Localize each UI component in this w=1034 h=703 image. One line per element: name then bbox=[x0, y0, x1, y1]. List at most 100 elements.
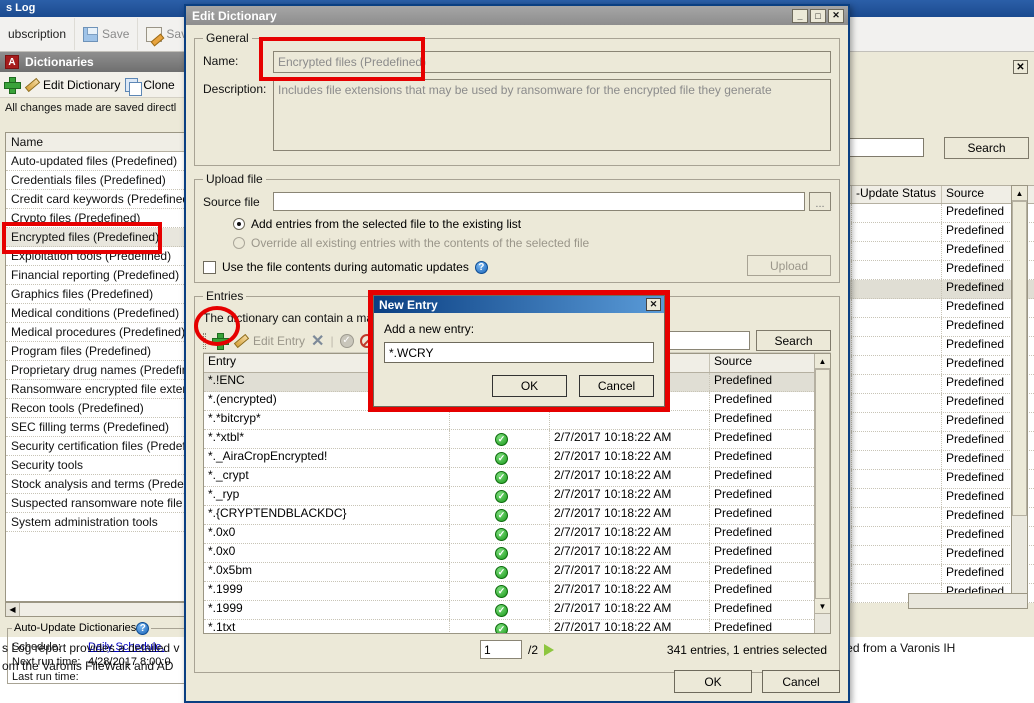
entries-table-row[interactable]: *.*xtbl*✓2/7/2017 10:18:22 AMPredefined bbox=[204, 430, 830, 449]
dictionary-list-item[interactable]: Credit card keywords (Predefined) bbox=[6, 190, 186, 209]
entries-table-row[interactable]: *.*bitcryp*Predefined bbox=[204, 411, 830, 430]
dictionary-list-item[interactable]: Suspected ransomware note file na bbox=[6, 494, 186, 513]
toolbar-item-save[interactable]: Save bbox=[75, 18, 138, 50]
clone-button[interactable]: Clone bbox=[143, 78, 174, 92]
entries-vertical-scrollbar[interactable]: ▲ ▼ bbox=[814, 354, 830, 634]
dictionary-list-item[interactable]: Credentials files (Predefined) bbox=[6, 171, 186, 190]
edit-entry-pencil-icon[interactable] bbox=[233, 334, 247, 348]
browse-button[interactable]: ... bbox=[809, 192, 831, 211]
dictionary-list-item[interactable]: System administration tools bbox=[6, 513, 186, 532]
add-entry-plus-icon[interactable] bbox=[212, 333, 227, 348]
entries-table-row[interactable]: *.0x0✓2/7/2017 10:18:22 AMPredefined bbox=[204, 525, 830, 544]
entry-cell-date: 2/7/2017 10:18:22 AM bbox=[550, 487, 710, 505]
entry-cell-source: Predefined bbox=[710, 525, 818, 543]
entry-cell-date: 2/7/2017 10:18:22 AM bbox=[550, 525, 710, 543]
toolbar-item-subscription[interactable]: ubscription bbox=[0, 18, 75, 50]
description-input[interactable]: Includes file extensions that may be use… bbox=[273, 79, 831, 151]
new-entry-input[interactable]: *.WCRY bbox=[384, 342, 654, 363]
auto-updates-checkbox-row[interactable]: Use the file contents during automatic u… bbox=[203, 260, 831, 274]
valid-check-icon: ✓ bbox=[495, 509, 508, 522]
entries-pager: 1 /2 341 entries, 1 entries selected bbox=[203, 640, 831, 659]
entries-table-row[interactable]: *.0x5bm✓2/7/2017 10:18:22 AMPredefined bbox=[204, 563, 830, 582]
edit-entry-button[interactable]: Edit Entry bbox=[253, 334, 305, 348]
entry-cell-date: 2/7/2017 10:18:22 AM bbox=[550, 449, 710, 467]
dictionary-list-item[interactable]: SEC filling terms (Predefined) bbox=[6, 418, 186, 437]
dictionary-list-item[interactable]: Program files (Predefined) bbox=[6, 342, 186, 361]
dictionary-list-item[interactable]: Recon tools (Predefined) bbox=[6, 399, 186, 418]
entries-legend: Entries bbox=[203, 289, 246, 303]
dictionary-list-item[interactable]: Medical procedures (Predefined) bbox=[6, 323, 186, 342]
entries-scrollbar-thumb[interactable] bbox=[815, 369, 830, 599]
dictionary-list-item[interactable]: Security tools bbox=[6, 456, 186, 475]
entries-table-row[interactable]: *.1999✓2/7/2017 10:18:22 AMPredefined bbox=[204, 601, 830, 620]
dictionary-list-item[interactable]: Exploitation tools (Predefined) bbox=[6, 247, 186, 266]
auto-updates-label: Use the file contents during automatic u… bbox=[222, 260, 469, 274]
dialog-ok-button[interactable]: OK bbox=[674, 670, 752, 693]
help-icon[interactable]: ? bbox=[475, 261, 488, 274]
background-bottom-scrollbar[interactable] bbox=[908, 593, 1028, 609]
dictionary-list-item[interactable]: Medical conditions (Predefined) bbox=[6, 304, 186, 323]
delete-entry-x-icon[interactable]: ✕ bbox=[311, 331, 324, 351]
entry-cell-source: Predefined bbox=[710, 544, 818, 562]
approve-entry-check-circle-icon[interactable]: ✓ bbox=[340, 334, 354, 348]
background-col-source[interactable]: Source bbox=[942, 186, 1014, 203]
dictionary-list-item[interactable]: Financial reporting (Predefined) bbox=[6, 266, 186, 285]
dictionary-list-item[interactable]: Ransomware encrypted file extens bbox=[6, 380, 186, 399]
help-icon[interactable]: ? bbox=[136, 622, 149, 635]
entries-table-row[interactable]: *._crypt✓2/7/2017 10:18:22 AMPredefined bbox=[204, 468, 830, 487]
dictionary-list-item[interactable]: Security certification files (Predefir bbox=[6, 437, 186, 456]
description-label: Description: bbox=[203, 79, 273, 96]
radio-add-entries[interactable]: Add entries from the selected file to th… bbox=[233, 217, 831, 231]
background-cell-update-status bbox=[852, 527, 942, 545]
entries-table-row[interactable]: *.{CRYPTENDBLACKDC}✓2/7/2017 10:18:22 AM… bbox=[204, 506, 830, 525]
entry-cell-date: 2/7/2017 10:18:22 AM bbox=[550, 582, 710, 600]
source-file-input[interactable] bbox=[273, 192, 805, 211]
new-entry-close-icon[interactable]: ✕ bbox=[646, 298, 661, 311]
entries-table-row[interactable]: *.1txt✓2/7/2017 10:18:22 AMPredefined bbox=[204, 620, 830, 634]
scroll-up-arrow-icon[interactable]: ▲ bbox=[1012, 186, 1027, 201]
minimize-icon[interactable]: _ bbox=[792, 9, 808, 23]
dictionary-list-item[interactable]: Graphics files (Predefined) bbox=[6, 285, 186, 304]
entries-table-row[interactable]: *._ryp✓2/7/2017 10:18:22 AMPredefined bbox=[204, 487, 830, 506]
entries-table-row[interactable]: *._AiraCropEncrypted!✓2/7/2017 10:18:22 … bbox=[204, 449, 830, 468]
edit-dictionary-button[interactable]: Edit Dictionary bbox=[43, 78, 120, 92]
new-entry-ok-button[interactable]: OK bbox=[492, 375, 567, 397]
background-search-button[interactable]: Search bbox=[944, 137, 1029, 159]
dictionary-list-item[interactable]: Crypto files (Predefined) bbox=[6, 209, 186, 228]
dictionary-list-item[interactable]: Encrypted files (Predefined) bbox=[6, 228, 186, 247]
background-close-icon[interactable]: ✕ bbox=[1013, 60, 1028, 74]
entries-scroll-up-arrow-icon[interactable]: ▲ bbox=[815, 354, 830, 369]
dictionary-list-item[interactable]: Auto-updated files (Predefined) bbox=[6, 152, 186, 171]
scroll-left-arrow-icon[interactable]: ◀ bbox=[6, 603, 20, 616]
next-page-play-icon[interactable] bbox=[544, 644, 554, 656]
radio-add-icon[interactable] bbox=[233, 218, 245, 230]
background-cell-source: Predefined bbox=[942, 413, 1014, 431]
entries-scroll-down-arrow-icon[interactable]: ▼ bbox=[815, 599, 830, 614]
auto-updates-checkbox[interactable] bbox=[203, 261, 216, 274]
background-vertical-scrollbar[interactable]: ▲ bbox=[1011, 185, 1028, 605]
entries-search-button[interactable]: Search bbox=[756, 330, 831, 351]
background-cell-update-status bbox=[852, 394, 942, 412]
page-number-input[interactable]: 1 bbox=[480, 640, 522, 659]
dialog-cancel-button[interactable]: Cancel bbox=[762, 670, 840, 693]
dictionaries-list[interactable]: Name Auto-updated files (Predefined)Cred… bbox=[5, 132, 187, 602]
dictionary-list-item[interactable]: Stock analysis and terms (Predefin bbox=[6, 475, 186, 494]
entry-cell-name: *.0x0 bbox=[204, 525, 450, 543]
edit-dictionary-pencil-icon[interactable] bbox=[24, 78, 38, 92]
radio-override-icon[interactable] bbox=[233, 237, 245, 249]
entries-col-source[interactable]: Source bbox=[710, 354, 818, 372]
entries-table-row[interactable]: *.0x0✓2/7/2017 10:18:22 AMPredefined bbox=[204, 544, 830, 563]
close-icon[interactable]: ✕ bbox=[828, 9, 844, 23]
new-entry-cancel-button[interactable]: Cancel bbox=[579, 375, 654, 397]
dictionary-list-item[interactable]: Proprietary drug names (Predefined bbox=[6, 361, 186, 380]
add-dictionary-plus-icon[interactable] bbox=[4, 77, 19, 92]
upload-button[interactable]: Upload bbox=[747, 255, 831, 276]
maximize-icon[interactable]: □ bbox=[810, 9, 826, 23]
entries-table-row[interactable]: *.1999✓2/7/2017 10:18:22 AMPredefined bbox=[204, 582, 830, 601]
dictionaries-horizontal-scrollbar[interactable]: ◀ bbox=[5, 602, 187, 617]
radio-override-entries[interactable]: Override all existing entries with the c… bbox=[233, 236, 831, 250]
background-col-update-status[interactable]: -Update Status bbox=[852, 186, 942, 203]
name-input[interactable]: Encrypted files (Predefined) bbox=[273, 51, 831, 73]
scrollbar-thumb[interactable] bbox=[1012, 201, 1027, 516]
clone-icon[interactable] bbox=[125, 78, 138, 92]
